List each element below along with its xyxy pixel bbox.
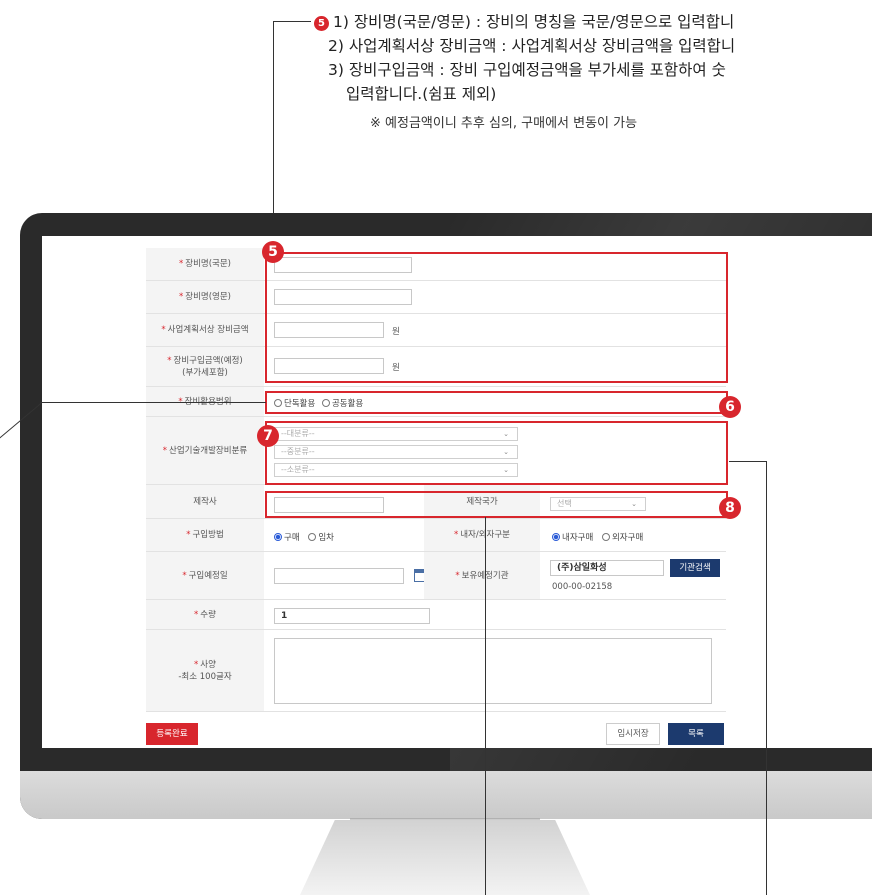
lease-label: 임차 — [318, 533, 334, 543]
badge-8: 8 — [719, 497, 741, 519]
row-quantity: * 수량 1 — [146, 600, 726, 630]
annotation-note: ※ 예정금액이니 추후 심의, 구매에서 변동이 가능 — [370, 116, 638, 131]
domestic-label: 내자구매 — [562, 533, 594, 543]
label-purchase-amount: * 장비구입금액(예정) (부가세포함) — [146, 347, 264, 386]
label-category: * 산업기술개발장비분류 — [146, 417, 264, 484]
badge-5: 5 — [262, 241, 284, 263]
register-complete-button[interactable]: 등록완료 — [146, 723, 198, 745]
callout-line-right-v — [766, 461, 767, 895]
monitor-chin — [20, 771, 872, 819]
label-domestic: *내자/외자구분 — [424, 519, 540, 551]
row-spec: * 사양 -최소 100글자 — [146, 630, 726, 712]
callout-line-right-h — [729, 461, 766, 462]
annotation-line4: 입력합니다.(쉼표 제외) — [346, 85, 497, 103]
quantity-input[interactable]: 1 — [274, 608, 430, 624]
monitor-stand — [300, 820, 590, 895]
callout-line-left-h — [40, 402, 266, 403]
purchase-label: 구매 — [284, 533, 300, 543]
annotation-line2: 2) 사업계획서상 장비금액 : 사업계획서상 장비금액을 입력합니 — [328, 37, 736, 55]
label-purchase-method: * 구입방법 — [146, 519, 264, 551]
domestic-radio[interactable] — [552, 533, 560, 541]
label-purchase-date: * 구입예정일 — [146, 552, 264, 599]
annotation-line3: 3) 장비구입금액 : 장비 구입예정금액을 부가세를 포함하여 숫 — [328, 61, 726, 79]
highlight-box-8 — [265, 491, 728, 518]
temp-save-button[interactable]: 임시저장 — [606, 723, 660, 745]
list-button[interactable]: 목록 — [668, 723, 724, 745]
holding-org-input[interactable]: (주)삼일화성 — [550, 560, 664, 576]
purchase-radio[interactable] — [274, 533, 282, 541]
foreign-label: 외자구매 — [611, 533, 644, 543]
badge-6: 6 — [719, 396, 741, 418]
badge-7: 7 — [257, 425, 279, 447]
purchase-method-options: 구매 임차 — [274, 531, 334, 543]
label-plan-amount: * 사업계획서상 장비금액 — [146, 314, 264, 346]
label-name-ko: * 장비명(국문) — [146, 248, 264, 280]
label-maker: 제작사 — [146, 485, 264, 518]
label-spec: * 사양 -최소 100글자 — [146, 630, 264, 711]
foreign-radio[interactable] — [601, 533, 610, 541]
highlight-box-7 — [265, 421, 728, 485]
highlight-box-6 — [265, 391, 728, 414]
lease-radio[interactable] — [308, 533, 317, 541]
row-purchase-method: *구입방법 구매 임차 *내자/외자구분 내자구매 외자구매 — [146, 519, 726, 552]
callout-line-mid-v — [485, 517, 486, 895]
domestic-options: 내자구매 외자구매 — [552, 531, 643, 543]
annotation-badge: 5 — [314, 16, 329, 31]
callout-line-top-h — [273, 21, 311, 22]
label-name-en: * 장비명(영문) — [146, 281, 264, 313]
label-holding-org: *보유예정기관 — [424, 552, 540, 599]
row-purchase-date: *구입예정일 *보유예정기관 (주)삼일화성 기관검색 000-00-02158 — [146, 552, 726, 600]
annotation-line1: 1) 장비명(국문/영문) : 장비의 명칭을 국문/영문으로 입력합니 — [333, 13, 735, 31]
callout-line-top-v — [273, 21, 274, 241]
holding-org-code: 000-00-02158 — [552, 582, 613, 592]
purchase-date-input[interactable] — [274, 568, 404, 584]
highlight-box-5 — [265, 252, 728, 383]
label-quantity: * 수량 — [146, 600, 264, 629]
org-search-button[interactable]: 기관검색 — [670, 559, 720, 577]
annotation-text: 5 1) 장비명(국문/영문) : 장비의 명칭을 국문/영문으로 입력합니 2)… — [314, 10, 872, 136]
spec-textarea[interactable] — [274, 638, 712, 704]
